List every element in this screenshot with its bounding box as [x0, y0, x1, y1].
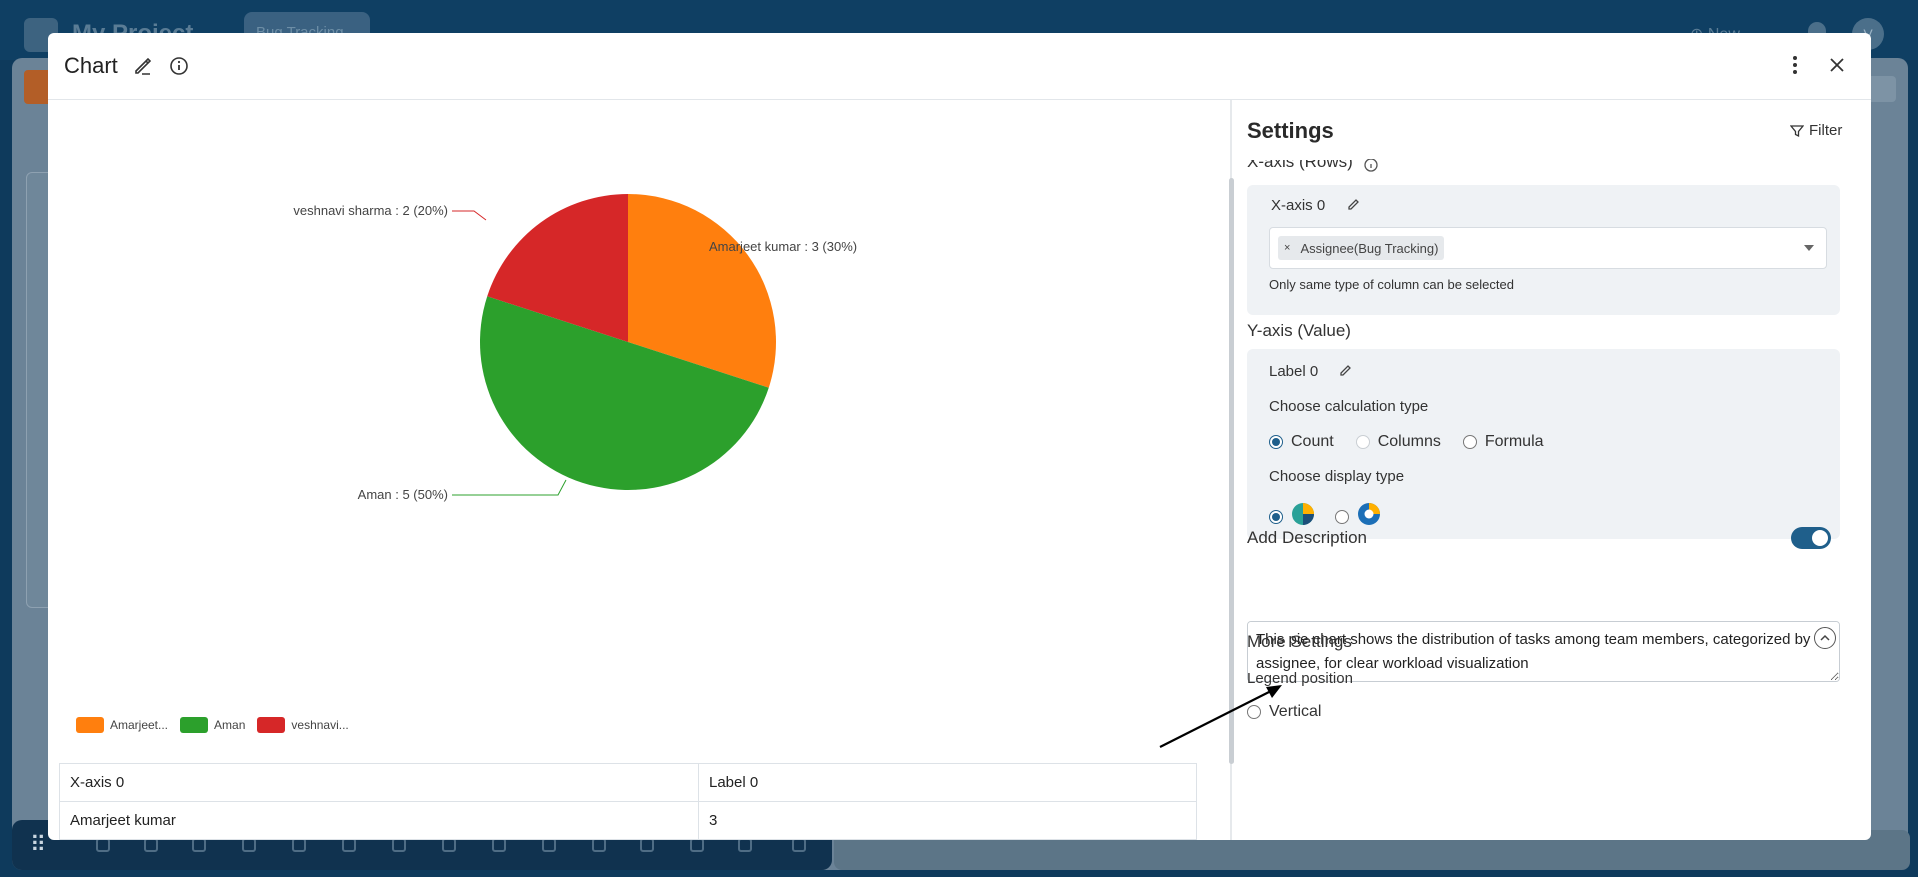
more-options-icon[interactable]: [1781, 51, 1809, 79]
pie-chart: Amarjeet kumar : 3 (30%) Aman : 5 (50%) ve…: [293, 194, 857, 502]
filter-label: Filter: [1809, 122, 1843, 139]
chip-label: Assignee(Bug Tracking): [1300, 240, 1439, 256]
legend-item[interactable]: veshnavi...: [257, 717, 349, 733]
chart-modal: Chart Amarjeet kumar : 3 (30%) Aman : 5 (…: [48, 33, 1871, 840]
calc-type-label: Choose calculation type: [1269, 398, 1429, 415]
message-icon[interactable]: [442, 838, 456, 852]
display-type-options: [1269, 502, 1381, 531]
legend-position-option-label: Vertical: [1269, 703, 1322, 720]
board-icon[interactable]: [192, 838, 206, 852]
x-axis-info-icon[interactable]: [1363, 158, 1379, 180]
legend-swatch: [76, 717, 104, 733]
ai-icon[interactable]: [96, 838, 110, 852]
legend-label: Aman: [214, 718, 246, 732]
table-cell: Amarjeet kumar: [59, 801, 699, 840]
y-label-name: Label 0: [1269, 363, 1319, 380]
doc-icon[interactable]: [144, 838, 158, 852]
calc-type-options: Count Columns Formula: [1269, 433, 1544, 451]
pie-chart-icon: [1291, 502, 1315, 531]
donut-chart-icon: [1357, 502, 1381, 531]
calc-option-label: Formula: [1484, 433, 1544, 450]
y-axis-section-label: Y-axis (Value): [1247, 321, 1351, 340]
legend-label: veshnavi...: [291, 718, 349, 732]
table-header-cell: Label 0: [698, 763, 1197, 802]
chip-remove-icon[interactable]: ×: [1284, 242, 1290, 254]
chevron-down-icon[interactable]: [1804, 245, 1814, 251]
chevron-up-icon[interactable]: [1814, 627, 1836, 649]
add-description-toggle[interactable]: [1791, 527, 1831, 549]
slice-label: Aman : 5 (50%): [358, 487, 448, 502]
settings-panel: Settings Filter X-axis (Rows) X-axis 0 ×…: [1234, 100, 1871, 840]
legend-position-options: Vertical: [1247, 703, 1321, 721]
task-icon[interactable]: [640, 838, 654, 852]
more-settings-label: More Settings: [1247, 632, 1352, 651]
data-table: X-axis 0 Label 0 Amarjeet kumar 3: [59, 763, 1197, 840]
legend-position-label: Legend position: [1247, 670, 1353, 687]
legend-swatch: [257, 717, 286, 733]
x-axis-box: X-axis 0 × Assignee(Bug Tracking) Only s…: [1247, 185, 1840, 315]
legend-label: Amarjeet...: [110, 718, 169, 732]
table-header-row: X-axis 0 Label 0: [59, 763, 1197, 802]
x-axis-hint: Only same type of column can be selected: [1269, 277, 1514, 292]
apps-grid-icon[interactable]: ⠿: [30, 832, 48, 858]
edit-title-icon[interactable]: [132, 55, 154, 77]
filter-button[interactable]: Filter: [1790, 122, 1842, 139]
slice-leader-line: [452, 479, 567, 496]
modal-header: Chart: [48, 33, 1871, 100]
calc-option-label: Count: [1291, 433, 1334, 450]
radio-formula[interactable]: [1462, 435, 1477, 449]
display-type-label: Choose display type: [1269, 468, 1405, 485]
tool-icon[interactable]: [792, 838, 806, 852]
calendar-icon[interactable]: [242, 838, 256, 852]
modal-title: Chart: [64, 53, 118, 78]
slice-leader-line: [452, 210, 487, 221]
radio-display-donut[interactable]: [1335, 509, 1349, 524]
info-icon[interactable]: [168, 55, 190, 77]
reply-icon[interactable]: [690, 838, 704, 852]
table-header-cell: X-axis 0: [59, 763, 699, 802]
legend-item[interactable]: Aman: [180, 717, 245, 733]
calc-option-label: Columns: [1377, 433, 1441, 450]
chat-icon[interactable]: [392, 838, 406, 852]
x-axis-section-label: X-axis (Rows): [1247, 160, 1353, 171]
radio-display-pie[interactable]: [1269, 509, 1283, 524]
legend-swatch: [180, 717, 209, 733]
chart-icon[interactable]: [292, 838, 306, 852]
form-icon[interactable]: [592, 838, 606, 852]
edit-y-label-icon[interactable]: [1339, 363, 1353, 382]
radio-columns[interactable]: [1355, 435, 1370, 449]
table-cell: 3: [698, 801, 1197, 840]
comment-icon[interactable]: [492, 838, 506, 852]
list-icon[interactable]: [738, 838, 752, 852]
filter-icon: [1790, 124, 1804, 137]
help-icon[interactable]: [342, 838, 356, 852]
close-icon[interactable]: [1823, 51, 1851, 79]
y-axis-box: Label 0 Choose calculation type Count Co…: [1247, 349, 1840, 539]
legend-item[interactable]: Amarjeet...: [76, 717, 168, 733]
slice-label: veshnavi sharma : 2 (20%): [293, 203, 448, 218]
radio-count[interactable]: [1269, 435, 1283, 449]
settings-title: Settings: [1247, 118, 1334, 143]
chart-pane: Amarjeet kumar : 3 (30%) Aman : 5 (50%) ve…: [48, 100, 1226, 840]
radio-legend-vertical[interactable]: [1247, 705, 1261, 719]
column-chip: × Assignee(Bug Tracking): [1278, 236, 1445, 260]
edit-x-axis-icon[interactable]: [1347, 197, 1361, 216]
chart-legend: Amarjeet... Aman veshnavi...: [76, 717, 349, 733]
x-axis-name: X-axis 0: [1271, 197, 1326, 214]
clock-icon[interactable]: [542, 838, 556, 852]
table-row: Amarjeet kumar 3: [59, 801, 1197, 840]
x-axis-select[interactable]: × Assignee(Bug Tracking): [1269, 227, 1827, 269]
add-description-label: Add Description: [1247, 528, 1368, 547]
slice-label: Amarjeet kumar : 3 (30%): [709, 239, 857, 254]
